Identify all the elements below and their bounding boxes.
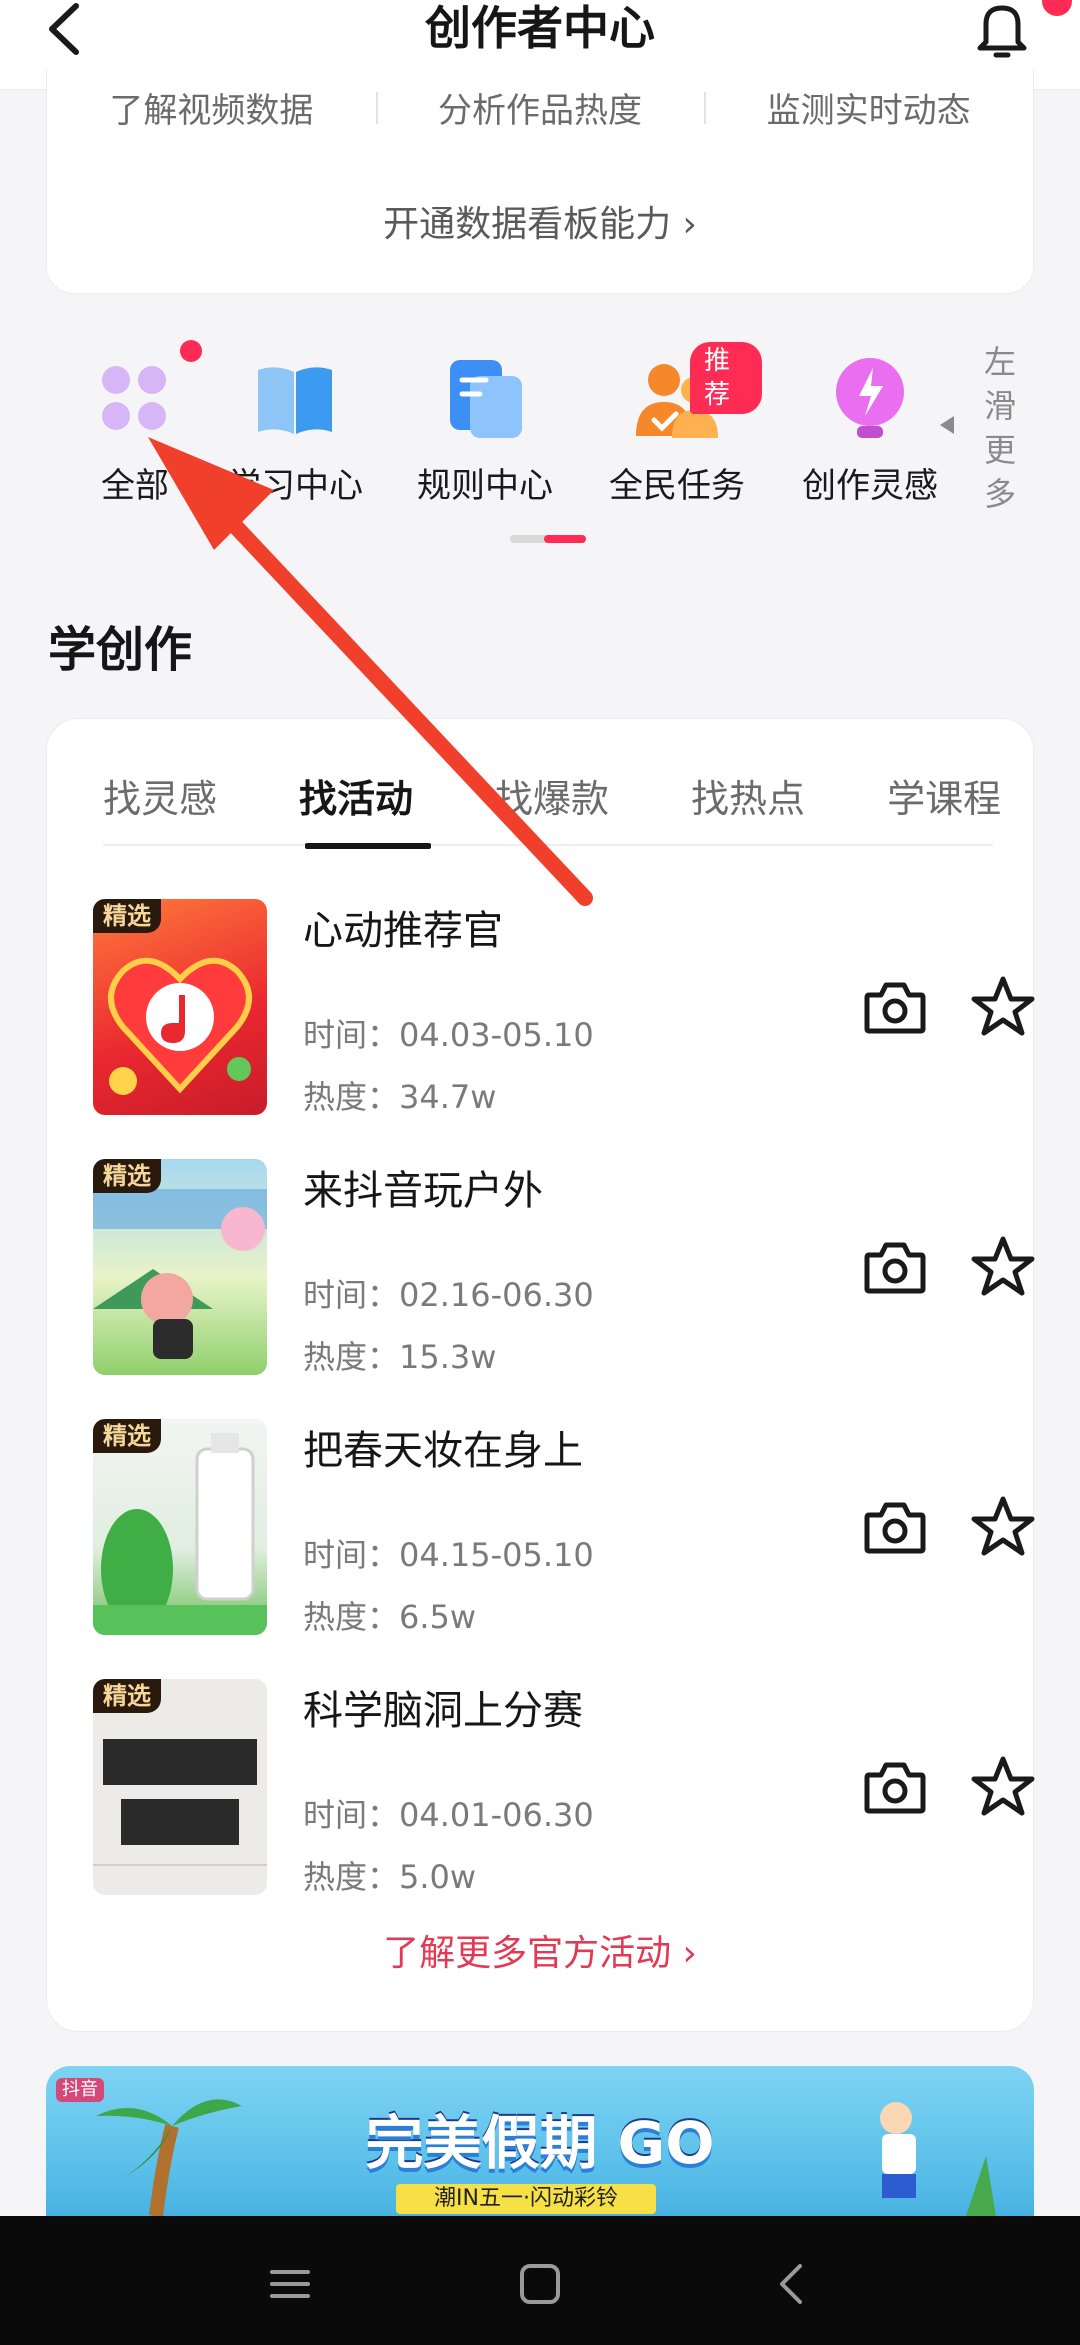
tab-activities[interactable]: 找活动 [299,767,413,831]
banner-title: 完美假期 GO [365,2109,715,2177]
camera-icon[interactable] [863,1499,927,1555]
featured-tag: 精选 [93,1419,161,1453]
page-title: 创作者中心 [425,1,655,55]
star-icon[interactable] [971,975,1035,1039]
tool-learning[interactable]: 学习中心 [210,330,380,520]
bulb-icon [836,358,904,438]
metric-video-data: 了解视频数据 [109,91,314,131]
activity-time: 时间：02.16-06.30 [303,1276,594,1314]
activity-heat: 热度：34.7w [303,1078,497,1116]
activity-thumbnail: 精选 [93,899,267,1115]
slide-hint: 左滑更多 [983,343,1016,513]
activity-time: 时间：04.03-05.10 [303,1016,594,1054]
tab-inspiration[interactable]: 找灵感 [103,767,217,831]
tab-hot-topics[interactable]: 找热点 [691,767,805,831]
book-icon [258,367,332,434]
home-icon[interactable] [516,2260,564,2308]
featured-tag: 精选 [93,1679,161,1713]
tab-courses[interactable]: 学课程 [887,767,1001,831]
activity-heat: 热度：15.3w [303,1338,497,1376]
camera-icon[interactable] [863,1759,927,1815]
indicator-thumb [544,535,586,543]
data-dashboard-card: 了解视频数据 分析作品热度 监测实时动态 开通数据看板能力 › [46,70,1034,294]
camera-icon[interactable] [863,1239,927,1295]
metric-work-heat: 分析作品热度 [375,86,705,136]
tool-rules[interactable]: 规则中心 [400,330,570,520]
promo-banner[interactable]: 抖音 完美假期 GO 潮IN五一·闪动彩铃 [46,2066,1034,2216]
system-nav-bar [0,2216,1080,2345]
menu-icon[interactable] [266,2260,314,2308]
activity-thumbnail: 精选 [93,1419,267,1635]
activity-name: 科学脑洞上分赛 [303,1688,583,1734]
featured-tag: 精选 [93,899,161,933]
activity-thumbnail: 精选 [93,1159,267,1375]
featured-tag: 精选 [93,1159,161,1193]
tab-hits[interactable]: 找爆款 [495,767,609,831]
scroll-indicator [510,535,586,543]
activity-item[interactable]: 精选 心动推荐官 时间：04.03-05.10 热度：34.7w [93,899,1035,1116]
tool-label: 学习中心 [227,466,363,506]
banner-subtitle: 潮IN五一·闪动彩铃 [396,2184,656,2214]
tool-inspiration[interactable]: 创作灵感 [785,330,955,520]
metrics-row: 了解视频数据 分析作品热度 监测实时动态 [47,86,1033,136]
learn-create-card: 找灵感 找活动 找爆款 找热点 学课程 精选 心动推荐官 时间：04.03-05… [46,718,1035,2032]
active-tab-underline [305,843,431,849]
metric-realtime: 监测实时动态 [704,86,1033,136]
activity-item[interactable]: 精选 来抖音玩户外 时间：02.16-06.30 热度：15.3w [93,1159,1035,1376]
more-activities-link[interactable]: 了解更多官方活动 › [47,1929,1033,1979]
document-icon [450,360,522,438]
activity-item[interactable]: 精选 科学脑洞上分赛 时间：04.01-06.30 热度：5.0w [93,1679,1035,1896]
activity-heat: 热度：6.5w [303,1598,477,1636]
activity-name: 来抖音玩户外 [303,1168,543,1214]
activity-heat: 热度：5.0w [303,1858,477,1896]
star-icon[interactable] [971,1235,1035,1299]
tool-label: 全民任务 [609,466,745,506]
bell-icon[interactable] [972,0,1032,60]
activity-name: 把春天妆在身上 [303,1428,583,1474]
tab-bar: 找灵感 找活动 找爆款 找热点 学课程 [103,767,1035,831]
star-icon[interactable] [971,1755,1035,1819]
activity-name: 心动推荐官 [303,908,503,954]
tools-row: 全部 学习中心 规则中心 推荐 全民任务 创作灵感 [30,330,1080,520]
open-dashboard-link[interactable]: 开通数据看板能力 › [47,200,1033,250]
activity-time: 时间：04.01-06.30 [303,1796,594,1834]
brand-label: 抖音 [56,2078,104,2102]
recommend-badge: 推荐 [690,342,762,414]
tool-all-dot [180,340,202,362]
tool-label: 规则中心 [417,466,553,506]
back-icon[interactable] [768,2260,816,2308]
tabs-divider [103,844,993,846]
activity-thumbnail: 精选 [93,1679,267,1895]
tool-label: 创作灵感 [802,466,938,506]
camera-icon[interactable] [863,979,927,1035]
star-icon[interactable] [971,1495,1035,1559]
slide-left-icon [940,416,954,434]
activity-time: 时间：04.15-05.10 [303,1536,594,1574]
tool-tasks[interactable]: 推荐 全民任务 [592,330,762,520]
activity-item[interactable]: 精选 把春天妆在身上 时间：04.15-05.10 热度：6.5w [93,1419,1035,1636]
grid-icon [102,366,166,430]
section-title: 学创作 [48,622,193,678]
